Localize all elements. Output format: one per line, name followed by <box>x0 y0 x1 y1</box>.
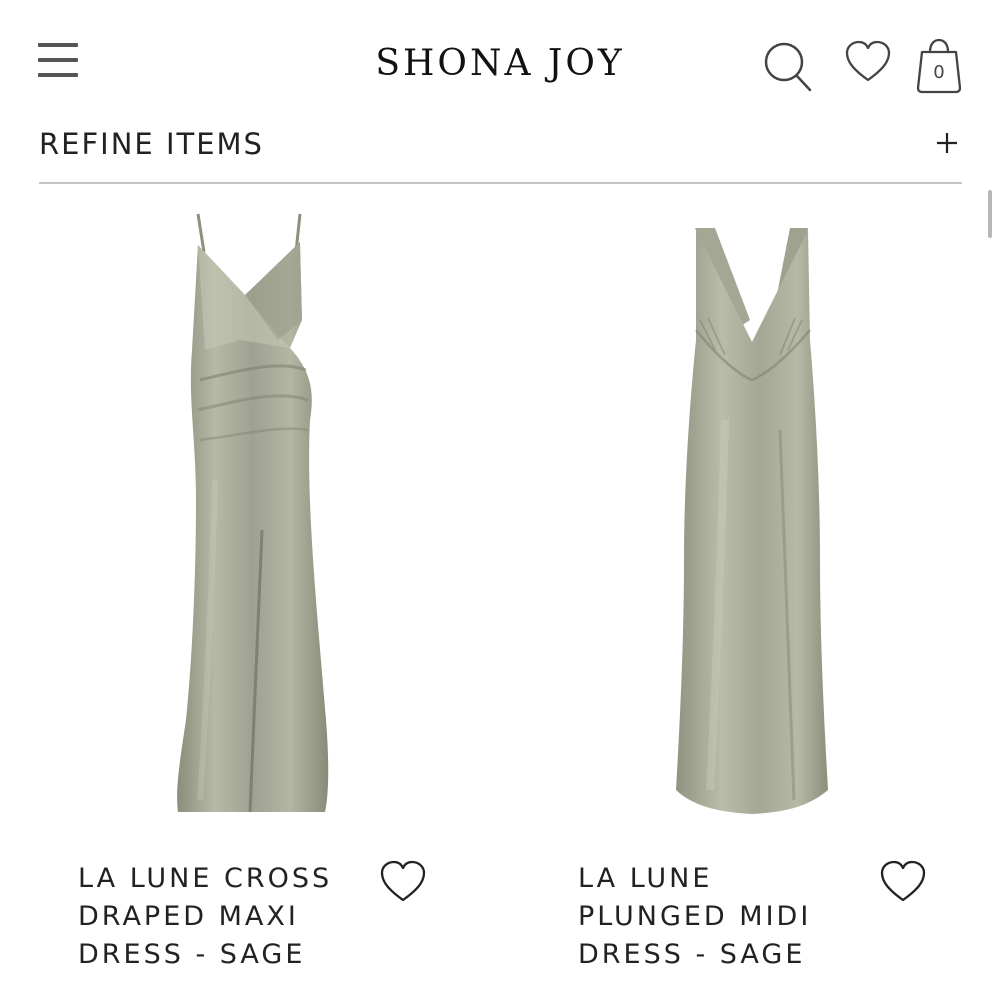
sage-satin-maxi-dress-image[interactable] <box>40 200 460 830</box>
heart-icon[interactable] <box>880 860 926 904</box>
product-card: LA LUNE PLUNGED MIDI DRESS - SAGE <box>540 200 960 1000</box>
heart-icon[interactable] <box>844 40 892 84</box>
heart-icon[interactable] <box>380 860 426 904</box>
refine-items-toggle[interactable]: REFINE ITEMS <box>39 120 962 184</box>
search-icon[interactable] <box>762 40 814 94</box>
page-scrollbar[interactable] <box>988 190 992 238</box>
product-card: LA LUNE CROSS DRAPED MAXI DRESS - SAGE <box>40 200 460 1000</box>
product-name[interactable]: LA LUNE PLUNGED MIDI DRESS - SAGE <box>578 860 868 974</box>
product-name[interactable]: LA LUNE CROSS DRAPED MAXI DRESS - SAGE <box>78 860 368 974</box>
site-header: SHONA JOY 0 <box>0 0 1000 115</box>
product-listing-page: SHONA JOY 0 REFINE ITEMS LA LUNE CROSS D… <box>0 0 1000 1000</box>
sage-satin-midi-dress-image[interactable] <box>540 200 960 830</box>
brand-logo[interactable]: SHONA JOY <box>360 40 640 88</box>
plus-icon[interactable] <box>936 132 958 154</box>
shopping-bag-icon[interactable]: 0 <box>916 38 962 94</box>
hamburger-menu-icon[interactable] <box>38 43 78 81</box>
bag-count-badge: 0 <box>933 62 945 83</box>
refine-items-label: REFINE ITEMS <box>39 127 264 161</box>
